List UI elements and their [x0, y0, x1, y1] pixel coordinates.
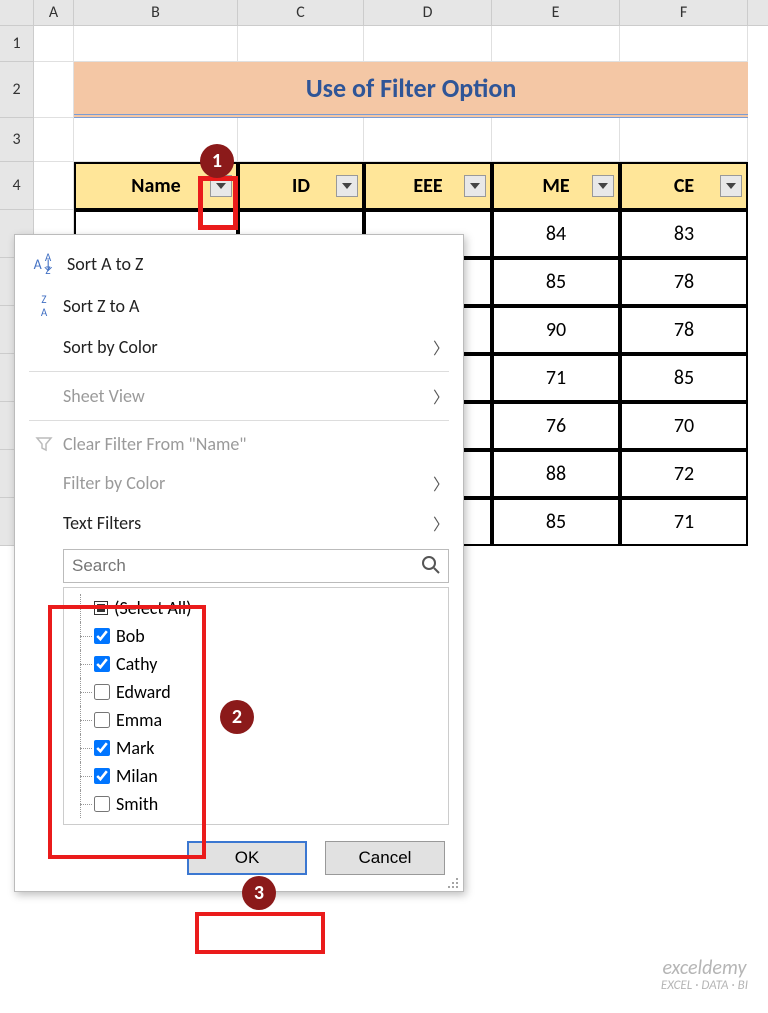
annotation-box-2	[48, 605, 206, 859]
cell-me[interactable]: 90	[492, 306, 620, 354]
cell-ce[interactable]: 85	[620, 354, 748, 402]
callout-3: 3	[242, 876, 276, 910]
funnel-icon	[29, 435, 59, 453]
menu-sort-az-label: Sort A to Z	[67, 253, 143, 275]
filter-button-ce[interactable]	[720, 175, 742, 197]
col-head-C[interactable]: C	[238, 0, 364, 25]
row-head-2[interactable]: 2	[0, 62, 34, 118]
watermark-tag: EXCEL · DATA · BI	[661, 979, 748, 993]
select-all-corner[interactable]	[0, 0, 34, 25]
cell-me[interactable]: 85	[492, 498, 620, 546]
cell-ce[interactable]: 72	[620, 450, 748, 498]
filter-search	[63, 549, 449, 583]
col-head-B[interactable]: B	[74, 0, 238, 25]
header-eee: EEE	[364, 162, 492, 210]
filter-button-id[interactable]	[336, 175, 358, 197]
chevron-right-icon: 〉	[433, 511, 449, 535]
menu-sort-color[interactable]: Sort by Color 〉	[15, 327, 463, 367]
cell-me[interactable]: 85	[492, 258, 620, 306]
header-eee-label: EEE	[413, 174, 442, 198]
header-name-label: Name	[131, 174, 180, 198]
menu-sort-za[interactable]: ZA Sort Z to A	[15, 285, 463, 327]
cell-me[interactable]: 88	[492, 450, 620, 498]
col-head-F[interactable]: F	[620, 0, 748, 25]
resize-grip-icon[interactable]	[447, 875, 459, 887]
header-me: ME	[492, 162, 620, 210]
chevron-right-icon: 〉	[433, 471, 449, 495]
callout-2: 2	[220, 700, 254, 734]
menu-filter-color-label: Filter by Color	[63, 472, 165, 494]
cell-me[interactable]: 84	[492, 210, 620, 258]
filter-search-input[interactable]	[63, 549, 449, 583]
header-id: ID	[238, 162, 364, 210]
chevron-right-icon: 〉	[433, 335, 449, 359]
filter-button-eee[interactable]	[464, 175, 486, 197]
menu-filter-color: Filter by Color 〉	[15, 463, 463, 503]
column-headers: A B C D E F	[0, 0, 768, 26]
row-head-3[interactable]: 3	[0, 118, 34, 162]
header-me-label: ME	[542, 174, 569, 198]
filter-button-me[interactable]	[592, 175, 614, 197]
menu-text-filters[interactable]: Text Filters 〉	[15, 503, 463, 543]
menu-sort-az[interactable]: A↓ AZ Sort A to Z	[15, 243, 463, 285]
callout-1: 1	[200, 144, 234, 178]
menu-sheet-view-label: Sheet View	[63, 385, 145, 407]
row-head-1[interactable]: 1	[0, 26, 34, 62]
header-ce-label: CE	[674, 174, 694, 198]
cell-ce[interactable]: 78	[620, 306, 748, 354]
cell-ce[interactable]: 71	[620, 498, 748, 546]
watermark-brand: exceldemy	[661, 957, 748, 979]
chevron-right-icon: 〉	[433, 384, 449, 408]
menu-clear-filter-label: Clear Filter From "Name"	[63, 433, 247, 455]
menu-text-filters-label: Text Filters	[63, 512, 141, 534]
col-head-E[interactable]: E	[492, 0, 620, 25]
search-icon	[421, 555, 441, 580]
menu-sheet-view: Sheet View 〉	[15, 376, 463, 416]
col-head-D[interactable]: D	[364, 0, 492, 25]
page-title: Use of Filter Option	[74, 62, 748, 118]
annotation-box-1	[198, 176, 238, 230]
col-head-A[interactable]: A	[34, 0, 74, 25]
menu-sort-za-label: Sort Z to A	[63, 295, 139, 317]
cell-ce[interactable]: 78	[620, 258, 748, 306]
menu-sort-color-label: Sort by Color	[63, 336, 158, 358]
annotation-box-3	[195, 912, 325, 954]
menu-clear-filter: Clear Filter From "Name"	[15, 425, 463, 463]
cancel-button[interactable]: Cancel	[325, 841, 445, 875]
cell-me[interactable]: 71	[492, 354, 620, 402]
cell-ce[interactable]: 70	[620, 402, 748, 450]
cell-ce[interactable]: 83	[620, 210, 748, 258]
row-head-4[interactable]: 4	[0, 162, 34, 210]
header-ce: CE	[620, 162, 748, 210]
watermark: exceldemy EXCEL · DATA · BI	[661, 957, 748, 993]
header-id-label: ID	[292, 174, 310, 198]
cell-me[interactable]: 76	[492, 402, 620, 450]
